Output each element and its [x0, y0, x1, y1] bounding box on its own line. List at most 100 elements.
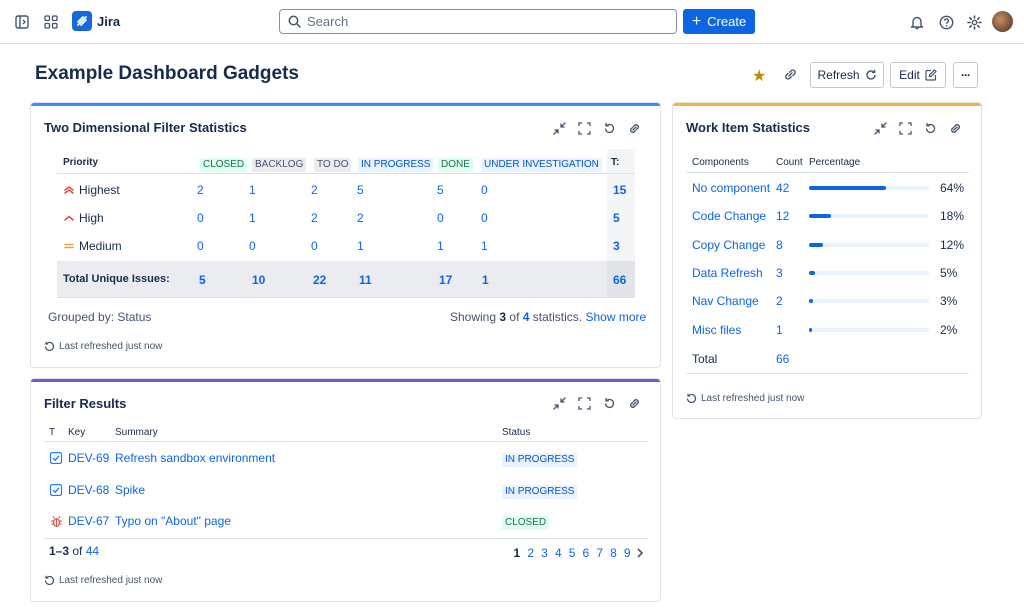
count-cell[interactable]: 0 [197, 211, 204, 225]
count-cell[interactable]: 0 [437, 211, 444, 225]
app-name[interactable]: Jira [97, 14, 120, 29]
total-count-cell[interactable]: 1 [482, 273, 489, 287]
more-actions-button[interactable]: ··· [953, 62, 978, 88]
component-link[interactable]: Code Change [692, 209, 766, 223]
app-switcher-icon[interactable] [40, 11, 62, 33]
row-total[interactable]: 3 [613, 239, 620, 253]
showing-suffix: statistics. [532, 310, 583, 324]
count-cell[interactable]: 0 [197, 239, 204, 253]
page-8-link[interactable]: 8 [607, 546, 621, 560]
link-icon[interactable] [626, 120, 642, 136]
issue-key-link[interactable]: DEV-69 [68, 451, 109, 465]
issue-summary-link[interactable]: Spike [115, 483, 145, 497]
page-3-link[interactable]: 3 [538, 546, 552, 560]
minimize-icon[interactable] [551, 120, 567, 136]
issue-key-link[interactable]: DEV-67 [68, 514, 109, 528]
count-cell[interactable]: 1 [481, 239, 488, 253]
component-count[interactable]: 3 [776, 266, 783, 280]
status-lozenge: IN PROGRESS [502, 453, 578, 467]
component-link[interactable]: Misc files [692, 323, 741, 337]
fullscreen-icon[interactable] [576, 395, 592, 411]
issue-key-link[interactable]: DEV-68 [68, 483, 109, 497]
page-7-link[interactable]: 7 [593, 546, 607, 560]
refresh-button[interactable]: Refresh [810, 62, 884, 88]
total-count-cell[interactable]: 22 [313, 273, 326, 287]
refresh-gadget-icon[interactable] [601, 120, 617, 136]
copy-link-icon[interactable] [783, 67, 798, 82]
link-icon[interactable] [947, 120, 963, 136]
stats-total-value[interactable]: 66 [776, 352, 789, 366]
page-6-link[interactable]: 6 [579, 546, 593, 560]
count-cell[interactable]: 2 [311, 183, 318, 197]
component-link[interactable]: Nav Change [692, 294, 759, 308]
count-cell[interactable]: 0 [249, 239, 256, 253]
component-link[interactable]: Copy Change [692, 238, 765, 252]
total-count-cell[interactable]: 10 [252, 273, 265, 287]
count-cell[interactable]: 1 [249, 183, 256, 197]
edit-label: Edit [899, 68, 920, 82]
refresh-gadget-icon[interactable] [601, 395, 617, 411]
component-count[interactable]: 1 [776, 323, 783, 337]
search-input[interactable]: Search [279, 9, 677, 34]
component-link[interactable]: Data Refresh [692, 266, 763, 280]
count-cell[interactable]: 2 [357, 211, 364, 225]
count-cell[interactable]: 0 [311, 239, 318, 253]
count-cell[interactable]: 0 [481, 211, 488, 225]
page-5-link[interactable]: 5 [565, 546, 579, 560]
link-icon[interactable] [626, 395, 642, 411]
sidebar-toggle-icon[interactable] [11, 11, 33, 33]
priority-label: High [79, 211, 104, 225]
refresh-icon [865, 69, 876, 80]
total-count-cell[interactable]: 5 [199, 273, 206, 287]
count-cell[interactable]: 2 [197, 183, 204, 197]
count-cell[interactable]: 1 [357, 239, 364, 253]
count-cell[interactable]: 1 [437, 239, 444, 253]
two-dimensional-filter-gadget: Two Dimensional Filter Statistics Priori… [31, 103, 660, 367]
status-lozenge: IN PROGRESS [502, 484, 578, 499]
status-lozenge: CLOSED [502, 516, 550, 530]
page-2-link[interactable]: 2 [524, 546, 538, 560]
count-cell[interactable]: 2 [311, 211, 318, 225]
gadget-toolbar [551, 395, 642, 411]
help-icon[interactable] [935, 11, 957, 33]
page-9-link[interactable]: 9 [620, 546, 634, 560]
user-avatar[interactable] [992, 11, 1013, 32]
page-1-link[interactable]: 1 [510, 546, 524, 560]
edit-button[interactable]: Edit [890, 62, 946, 88]
component-link[interactable]: No component [692, 181, 770, 195]
priority-header: Priority [63, 157, 99, 168]
issue-summary-link[interactable]: Refresh sandbox environment [115, 451, 275, 465]
component-count[interactable]: 12 [776, 209, 789, 223]
fullscreen-icon[interactable] [897, 120, 913, 136]
component-count[interactable]: 2 [776, 294, 783, 308]
task-icon [50, 452, 62, 464]
count-cell[interactable]: 1 [249, 211, 256, 225]
page-4-link[interactable]: 4 [551, 546, 565, 560]
settings-gear-icon[interactable] [963, 11, 985, 33]
minimize-icon[interactable] [872, 120, 888, 136]
component-count[interactable]: 42 [776, 181, 789, 195]
row-total[interactable]: 5 [613, 211, 620, 225]
count-cell[interactable]: 5 [357, 183, 364, 197]
refresh-gadget-icon[interactable] [922, 120, 938, 136]
count-cell[interactable]: 5 [437, 183, 444, 197]
total-count-cell[interactable]: 11 [359, 273, 372, 287]
percentage-bar-fill [809, 327, 812, 332]
grand-total[interactable]: 66 [613, 273, 626, 287]
fullscreen-icon[interactable] [576, 120, 592, 136]
notifications-bell-icon[interactable] [906, 11, 928, 33]
star-icon[interactable]: ★ [752, 66, 766, 86]
next-page-chevron-icon[interactable] [634, 546, 646, 560]
minimize-icon[interactable] [551, 395, 567, 411]
refresh-label: Refresh [817, 68, 860, 82]
create-button[interactable]: + Create [683, 9, 755, 34]
results-total[interactable]: 44 [86, 544, 99, 558]
count-cell[interactable]: 0 [481, 183, 488, 197]
row-total[interactable]: 15 [613, 183, 626, 197]
component-count[interactable]: 8 [776, 238, 783, 252]
total-count-cell[interactable]: 17 [439, 273, 452, 287]
jira-logo-icon[interactable] [72, 11, 92, 31]
show-more-link[interactable]: Show more [585, 310, 646, 324]
header-type: T [49, 427, 56, 438]
issue-summary-link[interactable]: Typo on "About" page [115, 514, 231, 528]
